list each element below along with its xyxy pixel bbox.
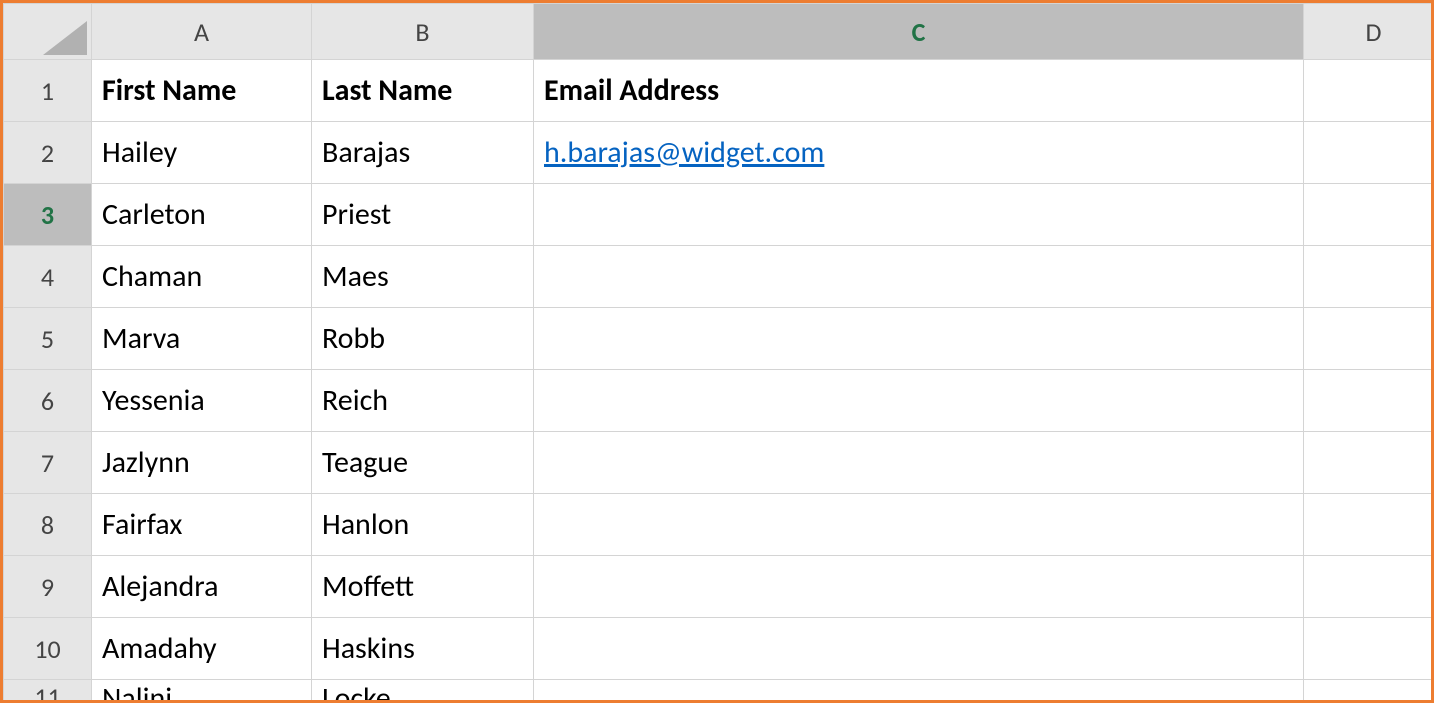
column-header-b[interactable]: B	[312, 4, 534, 60]
data-row: 6 Yessenia Reich	[4, 370, 1434, 432]
cell-c10[interactable]	[534, 618, 1304, 680]
cell-a10[interactable]: Amadahy	[92, 618, 312, 680]
cell-a2[interactable]: Hailey	[92, 122, 312, 184]
cell-d6[interactable]	[1304, 370, 1434, 432]
cell-a4[interactable]: Chaman	[92, 246, 312, 308]
row-header[interactable]: 5	[4, 308, 92, 370]
cell-a1[interactable]: First Name	[92, 60, 312, 122]
cell-d2[interactable]	[1304, 122, 1434, 184]
cell-a11[interactable]: Nalini	[92, 680, 312, 703]
data-row: 4 Chaman Maes	[4, 246, 1434, 308]
cell-c5[interactable]	[534, 308, 1304, 370]
cell-c1[interactable]: Email Address	[534, 60, 1304, 122]
cell-d4[interactable]	[1304, 246, 1434, 308]
data-row: 7 Jazlynn Teague	[4, 432, 1434, 494]
cell-a8[interactable]: Fairfax	[92, 494, 312, 556]
cell-b5[interactable]: Robb	[312, 308, 534, 370]
spreadsheet-grid[interactable]: A B C D 1 First Name Last Name Email Add…	[3, 3, 1434, 703]
cell-a7[interactable]: Jazlynn	[92, 432, 312, 494]
row-header[interactable]: 7	[4, 432, 92, 494]
cell-b9[interactable]: Moffett	[312, 556, 534, 618]
column-header-d[interactable]: D	[1304, 4, 1434, 60]
row-header[interactable]: 1	[4, 60, 92, 122]
spreadsheet-frame: A B C D 1 First Name Last Name Email Add…	[0, 0, 1434, 703]
column-header-row: A B C D	[4, 4, 1434, 60]
data-row: 5 Marva Robb	[4, 308, 1434, 370]
row-header[interactable]: 4	[4, 246, 92, 308]
cell-c6[interactable]	[534, 370, 1304, 432]
cell-c9[interactable]	[534, 556, 1304, 618]
cell-a6[interactable]: Yessenia	[92, 370, 312, 432]
row-header[interactable]: 2	[4, 122, 92, 184]
cell-a3[interactable]: Carleton	[92, 184, 312, 246]
cell-d1[interactable]	[1304, 60, 1434, 122]
cell-b8[interactable]: Hanlon	[312, 494, 534, 556]
cell-b4[interactable]: Maes	[312, 246, 534, 308]
cell-a5[interactable]: Marva	[92, 308, 312, 370]
cell-c11[interactable]	[534, 680, 1304, 703]
row-header-active[interactable]: 3	[4, 184, 92, 246]
cell-c3[interactable]	[534, 184, 1304, 246]
data-row: 2 Hailey Barajas h.barajas@widget.com	[4, 122, 1434, 184]
data-row: 11 Nalini Locke	[4, 680, 1434, 703]
column-header-c[interactable]: C	[534, 4, 1304, 60]
cell-b11[interactable]: Locke	[312, 680, 534, 703]
cell-b3[interactable]: Priest	[312, 184, 534, 246]
row-header[interactable]: 9	[4, 556, 92, 618]
cell-d9[interactable]	[1304, 556, 1434, 618]
row-header[interactable]: 8	[4, 494, 92, 556]
cell-c2-email-link[interactable]: h.barajas@widget.com	[534, 122, 1304, 184]
cell-c7[interactable]	[534, 432, 1304, 494]
cell-b6[interactable]: Reich	[312, 370, 534, 432]
cell-d7[interactable]	[1304, 432, 1434, 494]
data-row: 10 Amadahy Haskins	[4, 618, 1434, 680]
cell-d3[interactable]	[1304, 184, 1434, 246]
cell-d11[interactable]	[1304, 680, 1434, 703]
cell-d10[interactable]	[1304, 618, 1434, 680]
cell-b7[interactable]: Teague	[312, 432, 534, 494]
column-header-a[interactable]: A	[92, 4, 312, 60]
cell-d8[interactable]	[1304, 494, 1434, 556]
cell-c4[interactable]	[534, 246, 1304, 308]
row-header[interactable]: 6	[4, 370, 92, 432]
row-header[interactable]: 11	[4, 680, 92, 703]
cell-c8[interactable]	[534, 494, 1304, 556]
cell-d5[interactable]	[1304, 308, 1434, 370]
data-row: 9 Alejandra Moffett	[4, 556, 1434, 618]
data-row: 3 Carleton Priest	[4, 184, 1434, 246]
select-all-corner[interactable]	[4, 4, 92, 60]
cell-b10[interactable]: Haskins	[312, 618, 534, 680]
cell-b1[interactable]: Last Name	[312, 60, 534, 122]
select-all-triangle-icon	[43, 21, 87, 55]
cell-b2[interactable]: Barajas	[312, 122, 534, 184]
cell-a9[interactable]: Alejandra	[92, 556, 312, 618]
data-row: 1 First Name Last Name Email Address	[4, 60, 1434, 122]
row-header[interactable]: 10	[4, 618, 92, 680]
data-row: 8 Fairfax Hanlon	[4, 494, 1434, 556]
